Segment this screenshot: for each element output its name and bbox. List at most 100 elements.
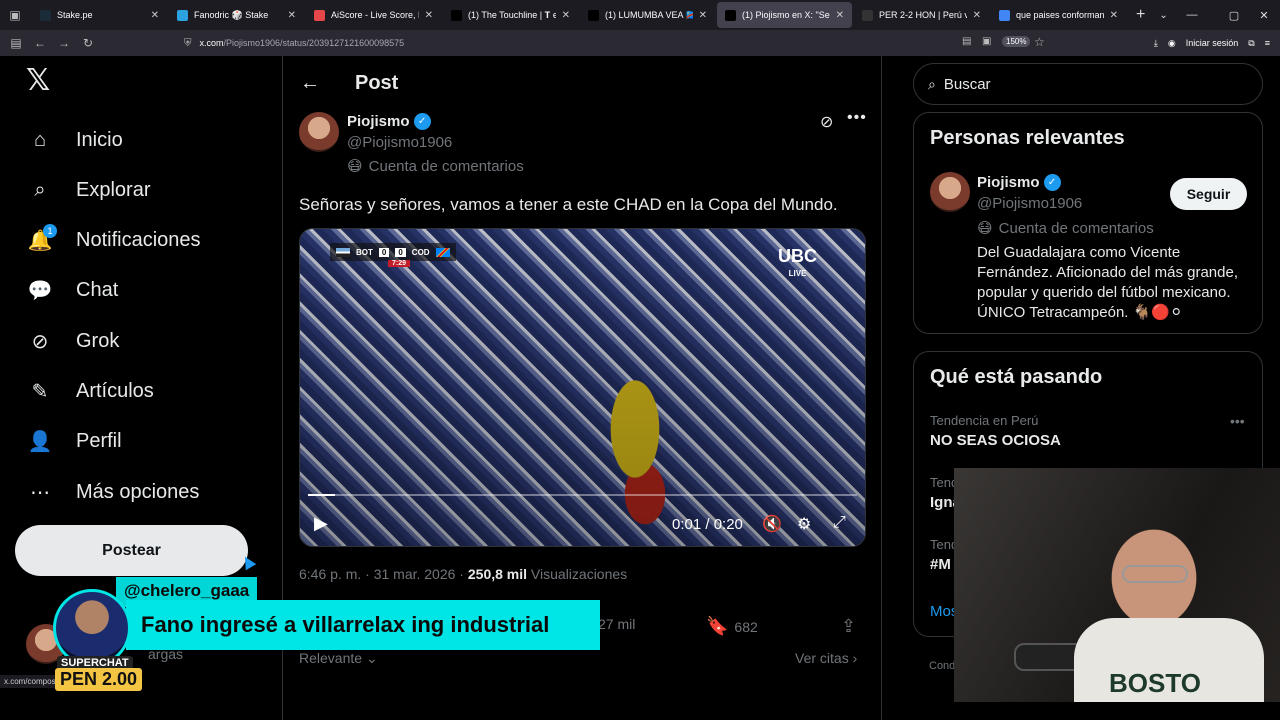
tab-close-icon[interactable]: ✕ (973, 10, 981, 21)
new-tab-button[interactable]: + (1136, 6, 1145, 24)
browser-tab[interactable]: Fanodric 🎲 Stake ✕ (169, 2, 304, 28)
play-icon[interactable]: ▶ (314, 513, 328, 534)
maximize-icon[interactable]: ▢ (1220, 0, 1248, 30)
tab-label: (1) LUMUMBA VEA 🇨🇩🏐 en (605, 9, 693, 20)
like-count: 27 mil (598, 616, 636, 632)
tab-close-icon[interactable]: ✕ (1110, 10, 1118, 21)
browser-tab[interactable]: (1) The Touchline | 𝐓 en X: " ✕ (443, 2, 578, 28)
home-team: BOT (356, 247, 373, 257)
bookmark-button[interactable]: 🔖 682 (706, 616, 758, 637)
relevant-handle[interactable]: @Piojismo1906 (977, 195, 1082, 212)
browser-tab[interactable]: PER 2-2 HON | Perú vs Hon ✕ (854, 2, 989, 28)
menu-icon[interactable]: ≡ (1265, 38, 1270, 48)
nav-label: Más opciones (76, 480, 200, 503)
author-name-text: Piojismo (347, 113, 410, 130)
nav-item-explorar[interactable]: ⌕ Explorar (26, 172, 150, 208)
back-nav-icon[interactable]: ← (28, 31, 52, 55)
tab-close-icon[interactable]: ✕ (151, 10, 159, 21)
like-button[interactable]: 27 mil (598, 616, 635, 632)
video-progress-bar[interactable] (308, 494, 857, 496)
trend-more-icon[interactable]: ••• (1230, 413, 1245, 429)
broadcaster-logo: UBC LIVE (778, 247, 817, 283)
nav-item-inicio[interactable]: ⌂ Inicio (26, 122, 123, 158)
footer-link[interactable]: Cond (929, 660, 955, 672)
x-logo-icon[interactable]: 𝕏 (26, 66, 56, 96)
author-name[interactable]: Piojismo ✓ (347, 113, 431, 130)
home-score: 0 (378, 247, 390, 257)
author-handle[interactable]: @Piojismo1906 (347, 134, 452, 151)
search-input[interactable]: ⌕ Buscar (913, 63, 1263, 105)
url-text[interactable]: x.com/Piojismo1906/status/20391271216000… (200, 38, 405, 48)
downloads-icon[interactable]: ⤓ (1154, 38, 1158, 49)
nav-item-notificaciones[interactable]: 🔔 1 Notificaciones (26, 223, 201, 259)
chevron-right-icon: › (852, 650, 858, 666)
address-bar[interactable]: ⛨ x.com/Piojismo1906/status/203912712160… (176, 32, 1056, 54)
nav-item-artículos[interactable]: ✎ Artículos (26, 374, 154, 410)
relevant-name[interactable]: Piojismo ✓ (977, 174, 1061, 191)
forward-nav-icon[interactable]: → (52, 31, 76, 55)
tab-close-icon[interactable]: ✕ (425, 10, 433, 21)
sidebar-toggle-icon[interactable]: ▤ (4, 31, 28, 55)
nav-label: Explorar (76, 178, 151, 201)
browser-tab[interactable]: (1) Piojismo en X: "Señoras ✕ (717, 2, 852, 28)
view-quotes-text: Ver citas (795, 650, 849, 666)
minimize-icon[interactable]: — (1178, 0, 1206, 30)
bookmark-icon: 🔖 (706, 616, 729, 636)
author-avatar[interactable] (299, 112, 339, 152)
relevant-avatar[interactable] (930, 172, 970, 212)
fullscreen-icon[interactable]: ⤢ (833, 514, 846, 532)
video-player[interactable]: BOT 0 0 COD 7:29 UBC LIVE ▶ 0:01 / 0:20 🔇… (299, 228, 866, 547)
back-arrow-icon[interactable]: ← (300, 72, 320, 95)
nav-item-más-opciones[interactable]: ⋯ Más opciones (26, 474, 199, 510)
tab-overview-icon[interactable]: ▣ (0, 0, 30, 30)
bookmark-star-icon[interactable]: ☆ (1034, 35, 1045, 49)
more-options-icon[interactable]: ••• (847, 109, 867, 127)
view-quotes-link[interactable]: Ver citas › (795, 650, 857, 666)
signin-link[interactable]: Iniciar sesión (1186, 38, 1239, 48)
home-icon: ⌂ (33, 128, 47, 151)
tab-close-icon[interactable]: ✕ (836, 10, 844, 21)
list-tabs-icon[interactable]: ⌄ (1159, 10, 1167, 21)
tab-label: AiScore - Live Score, Footb (331, 10, 419, 20)
tab-favicon-icon (314, 9, 325, 21)
share-icon[interactable]: ⇪ (841, 616, 856, 637)
view-count: 250,8 mil (467, 566, 528, 582)
nav-item-perfil[interactable]: 👤 Perfil (26, 424, 122, 460)
browser-tab[interactable]: que paises conforman el pu ✕ (991, 2, 1126, 28)
reload-icon[interactable]: ↻ (76, 31, 100, 55)
close-window-icon[interactable]: ✕ (1250, 0, 1278, 30)
nav-label: Artículos (76, 380, 154, 402)
trend-category: Tendencia en Perú (930, 413, 1039, 428)
zoom-level[interactable]: 150% (1002, 36, 1031, 47)
sort-replies-select[interactable]: Relevante ⌄ (299, 650, 378, 667)
extensions-icon[interactable]: ⧉ (1248, 38, 1254, 49)
browser-tab[interactable]: AiScore - Live Score, Footb ✕ (306, 2, 441, 28)
nav-item-chat[interactable]: 💬 Chat (26, 273, 119, 309)
broadcaster-name: UBC (778, 246, 817, 266)
post-button[interactable]: Postear (15, 525, 248, 576)
search-placeholder: Buscar (943, 75, 991, 93)
browser-tab[interactable]: (1) LUMUMBA VEA 🇨🇩🏐 en ✕ (580, 2, 715, 28)
post-text: Señoras y señores, vamos a tener a este … (299, 195, 838, 214)
grok-explain-icon[interactable]: ⊘ (820, 112, 833, 132)
tab-close-icon[interactable]: ✕ (562, 10, 570, 21)
video-progress-fill (308, 494, 336, 496)
trend-name[interactable]: #M (930, 556, 951, 573)
picture-icon[interactable]: ▣ (982, 36, 991, 47)
account-label: 😷 Cuenta de comentarios (347, 157, 524, 176)
account-icon[interactable]: ◉ (1168, 38, 1176, 49)
tab-close-icon[interactable]: ✕ (699, 10, 707, 21)
shirt-text: BOSTO (1109, 668, 1201, 698)
settings-gear-icon[interactable]: ⚙ (797, 514, 811, 534)
post-timestamp[interactable]: 6:46 p. m. · 31 mar. 2026 · (299, 566, 468, 582)
site-info-icon[interactable]: ⛨ (184, 38, 192, 49)
follow-button[interactable]: Seguir (1170, 178, 1247, 210)
mute-icon[interactable]: 🔇 (762, 514, 782, 534)
tab-close-icon[interactable]: ✕ (288, 10, 296, 21)
trend-name[interactable]: NO SEAS OCIOSA (930, 432, 1061, 449)
chevron-down-icon: ⌄ (365, 650, 378, 666)
reader-mode-icon[interactable]: ▤ (962, 36, 971, 47)
streamer-glasses (1122, 565, 1188, 583)
browser-tab[interactable]: Stake.pe ✕ (32, 2, 167, 28)
nav-item-grok[interactable]: ⊘ Grok (26, 323, 120, 359)
